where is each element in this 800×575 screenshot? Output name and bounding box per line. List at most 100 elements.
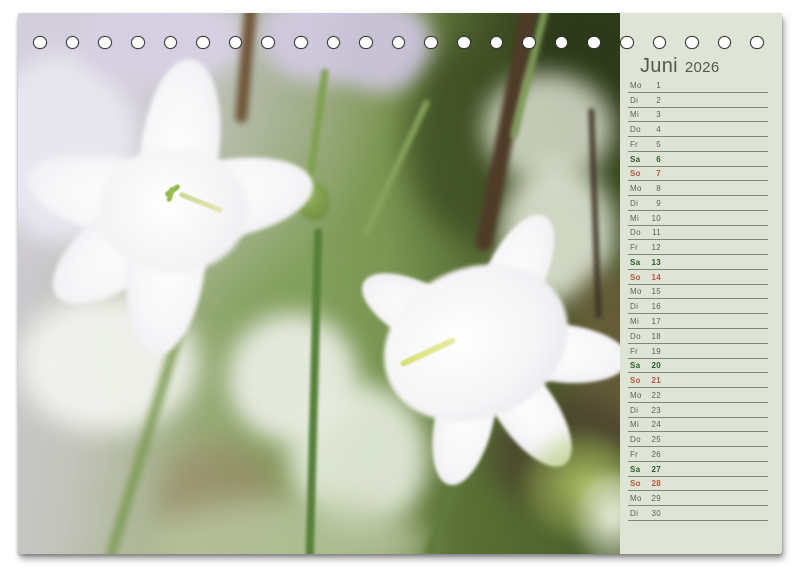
day-number: 11	[649, 228, 661, 237]
day-abbr: Fr	[630, 140, 649, 149]
day-number: 28	[649, 479, 661, 488]
day-abbr: Mo	[630, 184, 649, 193]
day-row: Mo22	[628, 388, 768, 403]
day-row: Sa6	[628, 152, 768, 167]
day-row: Sa27	[628, 462, 768, 477]
day-abbr: Fr	[630, 450, 649, 459]
binding-hole	[98, 36, 112, 50]
day-abbr: So	[630, 273, 649, 282]
day-abbr: Di	[630, 96, 649, 105]
binding-hole	[229, 36, 243, 50]
day-abbr: Sa	[630, 155, 649, 164]
day-row: Mo29	[628, 491, 768, 506]
binding-hole	[294, 36, 308, 50]
day-abbr: Sa	[630, 465, 649, 474]
day-row: So7	[628, 167, 768, 182]
bellflower-right	[356, 223, 611, 468]
day-abbr: Fr	[630, 243, 649, 252]
day-abbr: So	[630, 169, 649, 178]
day-abbr: So	[630, 376, 649, 385]
day-number: 19	[649, 347, 661, 356]
day-row: Fr12	[628, 240, 768, 255]
binding-holes	[18, 13, 782, 73]
binding-hole	[196, 36, 210, 50]
day-row: Di30	[628, 506, 768, 521]
day-number: 20	[649, 361, 661, 370]
day-number: 16	[649, 302, 661, 311]
day-row: Fr5	[628, 137, 768, 152]
day-row: Mo1	[628, 78, 768, 93]
day-row: Do18	[628, 329, 768, 344]
binding-hole	[620, 36, 634, 50]
day-abbr: Mi	[630, 317, 649, 326]
date-panel: Juni2026 Mo1Di2Mi3Do4Fr5Sa6So7Mo8Di9Mi10…	[620, 13, 782, 554]
binding-hole	[750, 36, 764, 50]
day-row: So21	[628, 373, 768, 388]
binding-hole	[555, 36, 569, 50]
day-number: 6	[649, 155, 661, 164]
day-row: Mo8	[628, 181, 768, 196]
binding-hole	[33, 36, 47, 50]
day-abbr: Sa	[630, 258, 649, 267]
day-abbr: Mo	[630, 494, 649, 503]
day-number: 14	[649, 273, 661, 282]
day-number: 12	[649, 243, 661, 252]
day-row: Do25	[628, 432, 768, 447]
day-abbr: So	[630, 479, 649, 488]
day-abbr: Mo	[630, 81, 649, 90]
day-number: 24	[649, 420, 661, 429]
day-abbr: Fr	[630, 347, 649, 356]
day-number: 25	[649, 435, 661, 444]
day-number: 29	[649, 494, 661, 503]
binding-hole	[685, 36, 699, 50]
day-number: 1	[649, 81, 661, 90]
day-number: 5	[649, 140, 661, 149]
day-number: 7	[649, 169, 661, 178]
day-row: Do11	[628, 226, 768, 241]
day-number: 23	[649, 406, 661, 415]
day-number: 18	[649, 332, 661, 341]
flower-center	[98, 148, 248, 273]
day-abbr: Do	[630, 332, 649, 341]
day-abbr: Di	[630, 406, 649, 415]
day-abbr: Mo	[630, 287, 649, 296]
day-row: Di2	[628, 93, 768, 108]
day-row: Fr26	[628, 447, 768, 462]
binding-hole	[131, 36, 145, 50]
day-row: Mi3	[628, 108, 768, 123]
day-number: 4	[649, 125, 661, 134]
day-number: 17	[649, 317, 661, 326]
binding-hole	[718, 36, 732, 50]
day-row: Di9	[628, 196, 768, 211]
day-abbr: Do	[630, 435, 649, 444]
binding-hole	[424, 36, 438, 50]
day-row: Mi24	[628, 418, 768, 433]
day-number: 26	[649, 450, 661, 459]
day-row: Mi17	[628, 314, 768, 329]
day-number: 22	[649, 391, 661, 400]
calendar-product-shot: Juni2026 Mo1Di2Mi3Do4Fr5Sa6So7Mo8Di9Mi10…	[0, 0, 800, 575]
day-abbr: Mi	[630, 214, 649, 223]
day-number: 3	[649, 110, 661, 119]
binding-hole	[653, 36, 667, 50]
day-row: So28	[628, 477, 768, 492]
day-abbr: Sa	[630, 361, 649, 370]
day-abbr: Mo	[630, 391, 649, 400]
day-row: Di23	[628, 403, 768, 418]
day-row: Sa20	[628, 359, 768, 374]
day-abbr: Do	[630, 228, 649, 237]
day-number: 30	[649, 509, 661, 518]
binding-hole	[327, 36, 341, 50]
day-row: Sa13	[628, 255, 768, 270]
bellflower-photo	[18, 13, 620, 554]
binding-hole	[261, 36, 275, 50]
bellflower-left	[28, 58, 318, 358]
day-row: Di16	[628, 299, 768, 314]
day-number: 13	[649, 258, 661, 267]
binding-hole	[587, 36, 601, 50]
day-row: Mi10	[628, 211, 768, 226]
day-number: 21	[649, 376, 661, 385]
day-number: 8	[649, 184, 661, 193]
day-row: Fr19	[628, 344, 768, 359]
binding-hole	[522, 36, 536, 50]
